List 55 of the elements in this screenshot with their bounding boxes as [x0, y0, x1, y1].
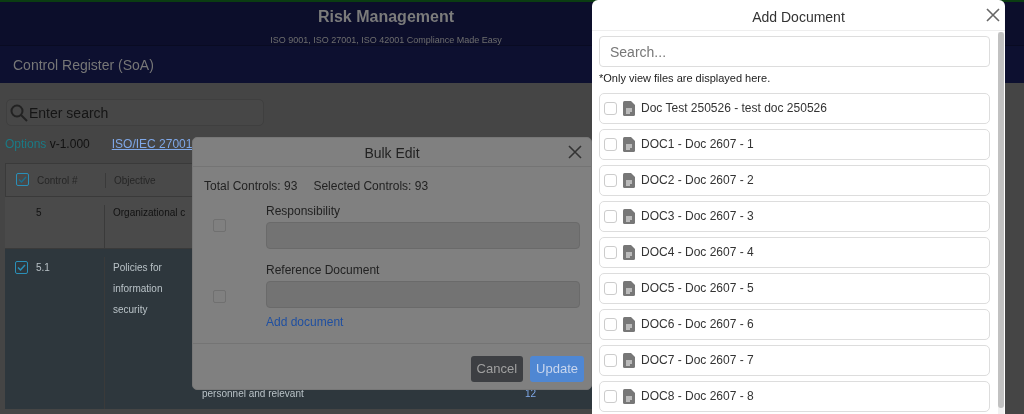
document-checkbox[interactable] [604, 101, 617, 115]
file-icon [623, 244, 635, 260]
file-icon [623, 280, 635, 296]
document-checkbox[interactable] [604, 281, 617, 295]
dialog-title: Add Document [752, 9, 845, 25]
table-cell: Policies for information security [113, 262, 163, 315]
file-icon [623, 136, 635, 152]
document-name: DOC2 - Doc 2607 - 2 [641, 172, 754, 189]
document-item[interactable]: DOC5 - Doc 2607 - 5 [599, 272, 990, 304]
file-icon [623, 352, 635, 368]
app-title: Risk Management [317, 7, 454, 27]
document-name: DOC1 - Doc 2607 - 1 [641, 136, 754, 153]
document-checkbox[interactable] [604, 137, 617, 151]
document-name: DOC5 - Doc 2607 - 5 [641, 280, 754, 297]
document-checkbox[interactable] [604, 389, 617, 403]
document-item[interactable]: DOC1 - Doc 2607 - 1 [599, 128, 990, 160]
document-item[interactable]: Doc Test 250526 - test doc 250526 [599, 92, 990, 124]
app-subtitle: ISO 9001, ISO 27001, ISO 42001 Compliance Made Easy [270, 34, 502, 47]
document-checkbox[interactable] [604, 173, 617, 187]
file-icon [623, 172, 635, 188]
note-text: *Only view files are displayed here. [599, 71, 772, 86]
field-label: Reference Document [266, 262, 381, 279]
document-item[interactable]: DOC8 - Doc 2607 - 8 [599, 380, 990, 412]
select-all-checkbox[interactable] [16, 172, 29, 186]
row-checkbox[interactable] [15, 261, 28, 274]
document-checkbox[interactable] [604, 245, 617, 259]
dialog-title: Bulk Edit [364, 145, 420, 161]
document-checkbox[interactable] [604, 353, 617, 367]
field-label: Responsibility [266, 203, 342, 220]
table-cell-text: personnel and relevant [202, 388, 305, 400]
file-icon [623, 388, 635, 404]
file-icon [623, 208, 635, 224]
total-count: Total Controls: 93 [204, 178, 298, 195]
document-item[interactable]: DOC3 - Doc 2607 - 3 [599, 200, 990, 232]
document-name: Doc Test 250526 - test doc 250526 [641, 100, 827, 117]
document-item[interactable]: DOC4 - Doc 2607 - 4 [599, 236, 990, 268]
close-icon[interactable] [567, 144, 583, 160]
page-title: Control Register (SoA) [13, 57, 154, 73]
document-name: DOC7 - Doc 2607 - 7 [641, 352, 754, 369]
document-name: DOC6 - Doc 2607 - 6 [641, 316, 754, 333]
selected-count: Selected Controls: 93 [313, 178, 429, 195]
close-icon[interactable] [985, 7, 1001, 23]
document-item[interactable]: DOC6 - Doc 2607 - 6 [599, 308, 990, 340]
table-cell-text: 5.1 [36, 261, 50, 275]
document-name: DOC8 - Doc 2607 - 8 [641, 388, 754, 405]
standard-link[interactable]: ISO/IEC 27001 [111, 135, 193, 153]
document-checkbox[interactable] [604, 209, 617, 223]
document-name: DOC3 - Doc 2607 - 3 [641, 208, 754, 225]
document-checkbox[interactable] [604, 317, 617, 331]
document-item[interactable]: DOC2 - Doc 2607 - 2 [599, 164, 990, 196]
document-name: DOC4 - Doc 2607 - 4 [641, 244, 754, 261]
file-icon [623, 316, 635, 332]
cancel-button[interactable]: Cancel [470, 356, 524, 382]
file-icon [623, 100, 635, 116]
document-item[interactable]: DOC7 - Doc 2607 - 7 [599, 344, 990, 376]
